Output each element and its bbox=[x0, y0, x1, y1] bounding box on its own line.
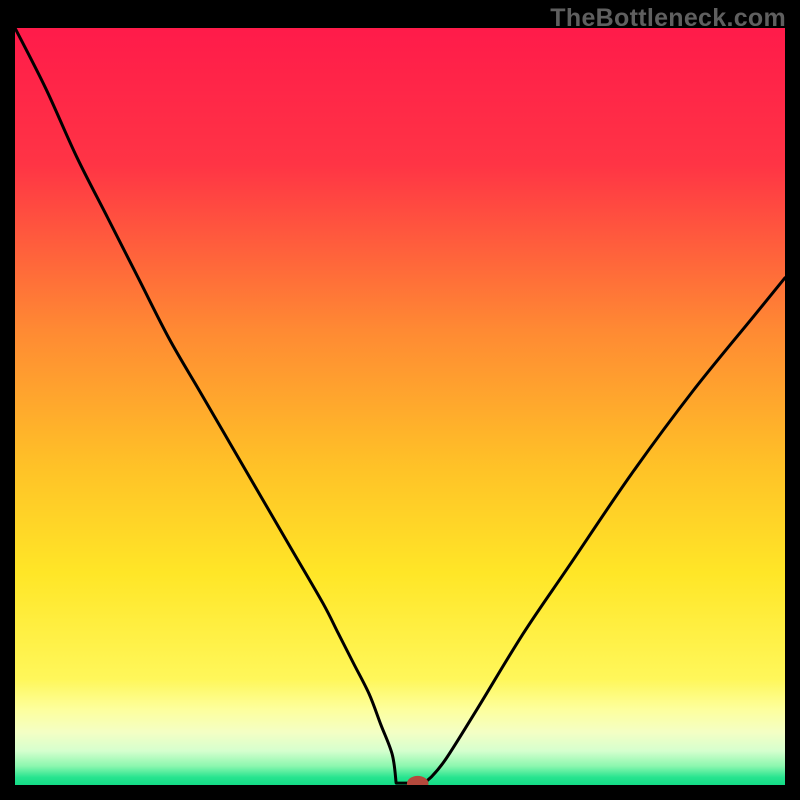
chart-frame: TheBottleneck.com bbox=[0, 0, 800, 800]
bottleneck-chart bbox=[15, 28, 785, 785]
gradient-background bbox=[15, 28, 785, 785]
plot-area bbox=[15, 28, 785, 785]
